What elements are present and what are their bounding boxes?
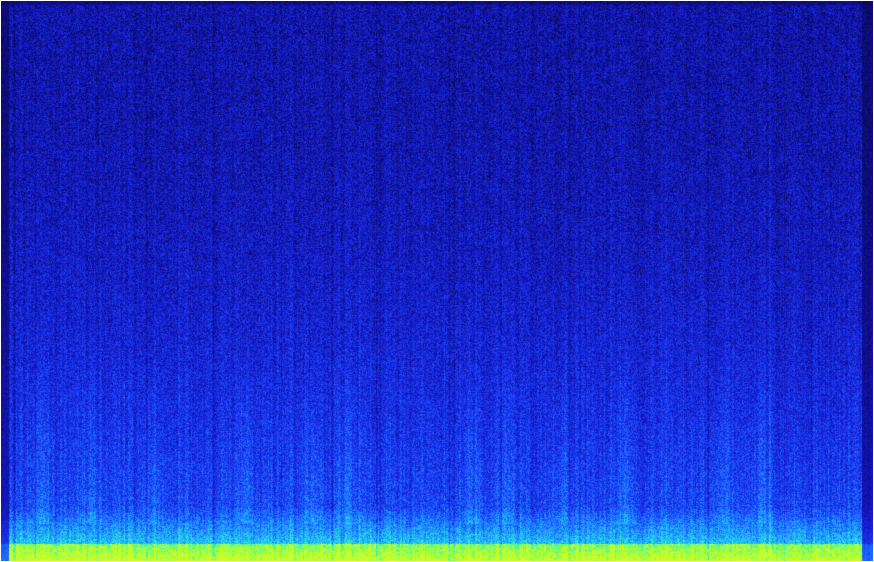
spectrogram-image xyxy=(1,1,873,561)
spectrogram-frame xyxy=(0,0,874,562)
